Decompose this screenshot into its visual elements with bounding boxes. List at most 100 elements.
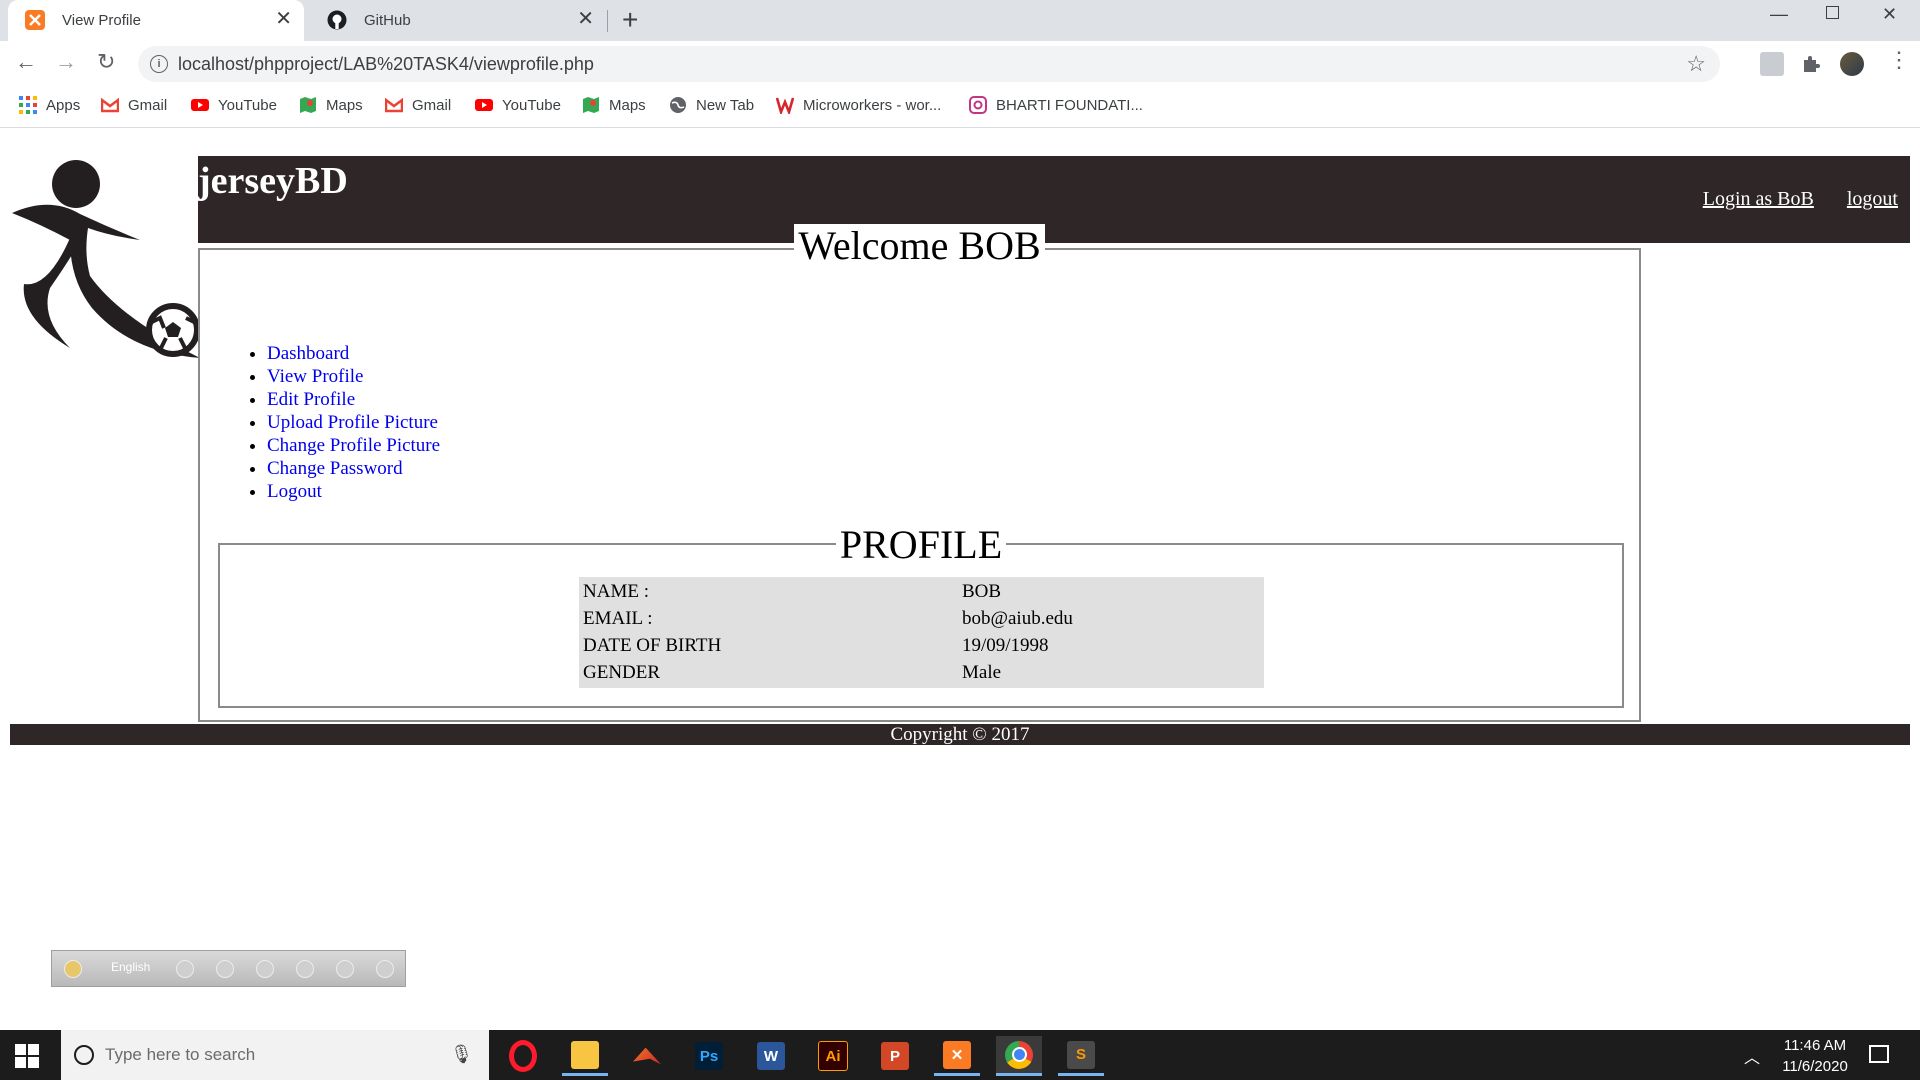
minimize-icon[interactable]: —	[1770, 4, 1788, 25]
bookmark-label: Microworkers - wor...	[803, 96, 942, 114]
youtube-icon	[475, 99, 493, 111]
chrome-app[interactable]	[996, 1036, 1042, 1076]
logout-menu-link[interactable]: Logout	[267, 481, 322, 502]
address-bar[interactable]: i localhost/phpproject/LAB%20TASK4/viewp…	[138, 46, 1720, 82]
new-tab-icon[interactable]: +	[622, 6, 638, 34]
view-profile-link[interactable]: View Profile	[267, 366, 363, 387]
sublime-text-app[interactable]: S	[1058, 1036, 1104, 1076]
bookmark-label: Apps	[46, 96, 81, 114]
cortana-icon	[74, 1045, 94, 1065]
bookmark-maps[interactable]: Maps	[582, 96, 646, 114]
language-label[interactable]: English	[111, 960, 150, 974]
login-as-link[interactable]: Login as BoB	[1703, 188, 1814, 210]
reload-icon[interactable]: ↻	[97, 51, 115, 73]
menu-item: Change Password	[267, 457, 440, 480]
bookmark-bharti-foundation[interactable]: BHARTI FOUNDATI...	[969, 96, 1143, 114]
change-profile-picture-link[interactable]: Change Profile Picture	[267, 435, 440, 456]
tab-github[interactable]: GitHub ✕	[310, 0, 606, 41]
word-icon: W	[757, 1042, 785, 1070]
gear-icon[interactable]	[256, 960, 274, 978]
bookmark-maps[interactable]: Maps	[299, 96, 363, 114]
bookmark-label: BHARTI FOUNDATI...	[996, 96, 1143, 114]
cloud-icon[interactable]	[176, 960, 194, 978]
windows-start-icon[interactable]	[15, 1044, 39, 1068]
profile-value: Male	[962, 662, 1002, 683]
puzzle-extensions-icon[interactable]	[1800, 52, 1824, 76]
bookmark-new-tab[interactable]: New Tab	[669, 96, 754, 114]
profile-label: GENDER	[583, 662, 661, 683]
bookmark-apps[interactable]: Apps	[19, 96, 80, 114]
restore-icon[interactable]	[1826, 6, 1839, 19]
bookmark-gmail[interactable]: Gmail	[101, 96, 167, 114]
matlab-app[interactable]	[624, 1036, 670, 1076]
bookmark-label: YouTube	[218, 96, 277, 114]
bookmark-microworkers[interactable]: Microworkers - wor...	[776, 96, 941, 114]
word-app[interactable]: W	[748, 1036, 794, 1076]
change-password-link[interactable]: Change Password	[267, 458, 403, 479]
youtube-icon	[191, 99, 209, 111]
info-icon[interactable]: i	[150, 55, 168, 73]
opera-icon	[509, 1040, 537, 1072]
close-window-icon[interactable]: ✕	[1882, 4, 1897, 25]
site-footer: Copyright © 2017	[10, 724, 1910, 745]
internet-explorer-icon[interactable]	[296, 960, 314, 978]
welcome-heading: Welcome BOB	[794, 224, 1045, 268]
ime-icon[interactable]	[64, 960, 82, 978]
gmail-icon	[101, 97, 119, 113]
profile-label: DATE OF BIRTH	[583, 635, 722, 656]
extension-icon[interactable]	[1760, 52, 1784, 76]
sublime-text-icon: S	[1067, 1040, 1095, 1069]
xampp-app[interactable]: ✕	[934, 1036, 980, 1076]
profile-value: BOB	[962, 581, 1002, 602]
maps-icon	[583, 97, 599, 113]
tab-label: GitHub	[364, 12, 411, 29]
forward-arrow-icon[interactable]: →	[55, 51, 77, 73]
instagram-icon	[969, 96, 987, 114]
browser-toolbar: ← → ↻ i localhost/phpproject/LAB%20TASK4…	[0, 41, 1920, 87]
dashboard-link[interactable]: Dashboard	[267, 343, 349, 364]
browser-tab-strip: View Profile ✕ GitHub ✕ + — ✕	[0, 0, 1920, 41]
profile-value: 19/09/1998	[962, 635, 1049, 656]
bookmark-youtube[interactable]: YouTube	[191, 96, 277, 114]
profile-table: NAME : BOB EMAIL : bob@aiub.edu DATE OF …	[579, 577, 1264, 688]
close-tab-icon[interactable]: ✕	[275, 9, 292, 29]
matlab-icon	[633, 1047, 661, 1065]
globe-icon	[670, 97, 686, 113]
chevron-up-icon[interactable]: ︿	[1744, 1044, 1760, 1068]
photoshop-icon: Ps	[695, 1042, 723, 1070]
taskbar-search-box[interactable]: Type here to search 🎙	[61, 1030, 489, 1080]
tab-separator	[607, 10, 608, 32]
upload-profile-picture-link[interactable]: Upload Profile Picture	[267, 412, 438, 433]
language-bar[interactable]: English	[51, 950, 406, 987]
url-text[interactable]: localhost/phpproject/LAB%20TASK4/viewpro…	[178, 54, 594, 75]
powerpoint-app[interactable]: P	[872, 1036, 918, 1076]
close-tab-icon[interactable]: ✕	[577, 9, 594, 29]
microphone-icon[interactable]: 🎙	[450, 1044, 473, 1065]
logout-link[interactable]: logout	[1847, 188, 1898, 210]
avatar[interactable]	[1840, 52, 1864, 76]
bookmark-label: Maps	[609, 96, 646, 114]
microworkers-icon	[776, 97, 794, 114]
info-circle-icon[interactable]	[376, 960, 394, 978]
apps-grid-icon	[19, 96, 37, 114]
clock[interactable]: 11:46 AM 11/6/2020	[1760, 1035, 1870, 1077]
bookmark-gmail[interactable]: Gmail	[385, 96, 451, 114]
file-explorer-app[interactable]	[562, 1036, 608, 1076]
pen-icon[interactable]	[216, 960, 234, 978]
photoshop-app[interactable]: Ps	[686, 1036, 732, 1076]
edit-profile-link[interactable]: Edit Profile	[267, 389, 355, 410]
profile-label: NAME :	[583, 581, 649, 602]
profile-fieldset: PROFILE NAME : BOB EMAIL : bob@aiub.edu …	[218, 523, 1624, 708]
maps-icon	[300, 97, 316, 113]
windows-taskbar: Type here to search 🎙 Ps W Ai P ✕ S ︿ 11…	[0, 1030, 1920, 1080]
bookmark-star-icon[interactable]: ☆	[1686, 51, 1706, 77]
tab-view-profile[interactable]: View Profile ✕	[8, 0, 304, 41]
help-icon[interactable]	[336, 960, 354, 978]
menu-item: View Profile	[267, 365, 440, 388]
opera-app[interactable]	[500, 1036, 546, 1076]
notification-center-icon[interactable]	[1869, 1045, 1889, 1063]
bookmark-youtube[interactable]: YouTube	[475, 96, 561, 114]
back-arrow-icon[interactable]: ←	[15, 51, 37, 73]
kebab-menu-icon[interactable]: ⋮	[1888, 49, 1910, 71]
illustrator-app[interactable]: Ai	[810, 1036, 856, 1076]
